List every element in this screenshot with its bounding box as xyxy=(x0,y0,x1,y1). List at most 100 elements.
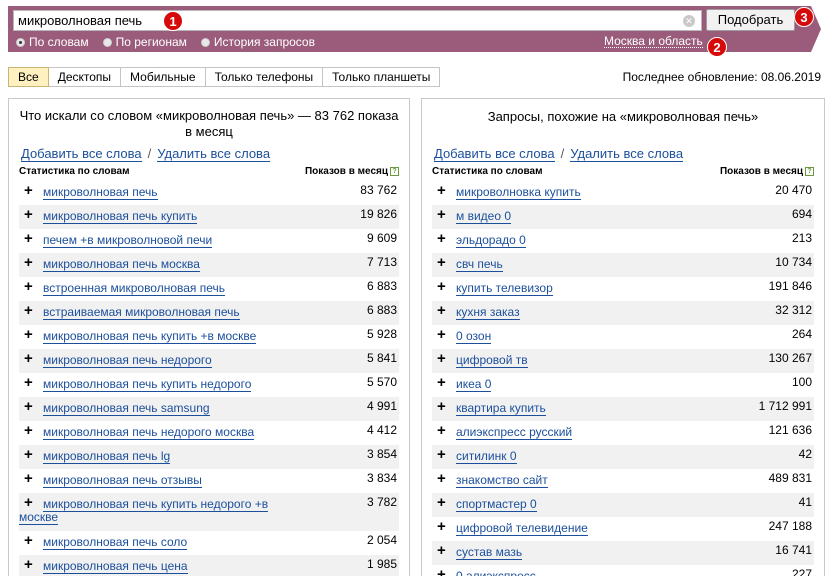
phrase-link[interactable]: микроволновая печь купить xyxy=(43,210,198,224)
radio-by-regions[interactable]: По регионам xyxy=(102,35,187,49)
pick-button[interactable]: Подобрать xyxy=(706,9,795,31)
table-row: + микроволновая печь отзывы 3 834 xyxy=(19,469,399,493)
phrase-link[interactable]: микроволновая печь москва xyxy=(43,258,200,272)
phrase-link[interactable]: микроволновая печь цена xyxy=(43,560,188,574)
add-phrase-icon[interactable]: + xyxy=(24,231,33,246)
add-phrase-icon[interactable]: + xyxy=(437,567,446,576)
table-row: + печем +в микроволновой печи 9 609 xyxy=(19,229,399,253)
add-phrase-icon[interactable]: + xyxy=(437,543,446,558)
phrase-link[interactable]: знакомство сайт xyxy=(456,474,548,488)
add-phrase-icon[interactable]: + xyxy=(437,423,446,438)
phrase-link[interactable]: цифровой телевидение xyxy=(456,522,588,536)
add-phrase-icon[interactable]: + xyxy=(437,207,446,222)
phrase-link[interactable]: икеа 0 xyxy=(456,378,492,392)
phrase-link[interactable]: микроволновая печь купить недорого xyxy=(43,378,252,392)
tab-all[interactable]: Все xyxy=(8,67,49,87)
phrase-link[interactable]: микроволновая печь соло xyxy=(43,536,188,550)
tab-desktops[interactable]: Десктопы xyxy=(48,67,122,87)
add-phrase-icon[interactable]: + xyxy=(437,495,446,510)
tab-mobile[interactable]: Мобильные xyxy=(121,67,206,87)
phrase-link[interactable]: печем +в микроволновой печи xyxy=(43,234,213,248)
radio-query-history[interactable]: История запросов xyxy=(200,35,315,49)
phrase-link[interactable]: купить телевизор xyxy=(456,282,553,296)
impressions-count: 1 712 991 xyxy=(758,399,812,413)
add-phrase-icon[interactable]: + xyxy=(24,279,33,294)
phrase-link[interactable]: 0 озон xyxy=(456,330,492,344)
search-input-box[interactable]: микроволновая печь ✕ xyxy=(13,10,702,31)
phrase-link[interactable]: микроволновая печь отзывы xyxy=(43,474,202,488)
add-phrase-icon[interactable]: + xyxy=(437,471,446,486)
add-phrase-icon[interactable]: + xyxy=(24,533,33,548)
phrase-link[interactable]: микроволновая печь недорого москва xyxy=(43,426,255,440)
table-row: +0 алиэкспресс 227 xyxy=(432,565,814,576)
help-icon[interactable]: ? xyxy=(805,167,814,176)
phrase-link[interactable]: ситилинк 0 xyxy=(456,450,517,464)
add-phrase-icon[interactable]: + xyxy=(24,255,33,270)
add-phrase-icon[interactable]: + xyxy=(24,351,33,366)
add-phrase-icon[interactable]: + xyxy=(437,303,446,318)
add-phrase-icon[interactable]: + xyxy=(437,183,446,198)
phrase-link[interactable]: цифровой тв xyxy=(456,354,528,368)
phrase-link[interactable]: кухня заказ xyxy=(456,306,520,320)
impressions-count: 3 782 xyxy=(366,495,397,509)
table-row: + кухня заказ 32 312 xyxy=(432,301,814,325)
add-phrase-icon[interactable]: + xyxy=(24,399,33,414)
add-all-words-link[interactable]: Добавить все слова xyxy=(21,146,142,162)
phrase-link[interactable]: свч печь xyxy=(456,258,503,272)
table-row: + микроволновая печь samsung 4 991 xyxy=(19,397,399,421)
tab-tablets-only[interactable]: Только планшеты xyxy=(323,67,441,87)
radio-icon xyxy=(200,37,210,47)
phrase-link[interactable]: микроволновая печь lg xyxy=(43,450,171,464)
phrase-link[interactable]: эльдорадо 0 xyxy=(456,234,526,248)
add-phrase-icon[interactable]: + xyxy=(437,375,446,390)
search-mode-radios: По словам По регионам История запросов xyxy=(16,35,315,49)
phrase-link[interactable]: сустав мазь xyxy=(456,546,523,560)
add-phrase-icon[interactable]: + xyxy=(24,183,33,198)
add-phrase-icon[interactable]: + xyxy=(437,351,446,366)
table-row: + купить телевизор 191 846 xyxy=(432,277,814,301)
phrase-link[interactable]: встраиваемая микроволновая печь xyxy=(43,306,240,320)
left-rows: + микроволновая печь 83 762 + микроволновая … xyxy=(19,181,399,576)
add-phrase-icon[interactable]: + xyxy=(437,399,446,414)
add-phrase-icon[interactable]: + xyxy=(24,375,33,390)
phrase-link[interactable]: спортмастер 0 xyxy=(456,498,537,512)
add-phrase-icon[interactable]: + xyxy=(437,279,446,294)
add-phrase-icon[interactable]: + xyxy=(24,207,33,222)
clear-icon[interactable]: ✕ xyxy=(683,15,695,27)
add-phrase-icon[interactable]: + xyxy=(24,447,33,462)
region-link[interactable]: Москва и область xyxy=(604,35,703,48)
add-phrase-icon[interactable]: + xyxy=(437,255,446,270)
phrase-link[interactable]: микроволновка купить xyxy=(456,186,581,200)
phrase-link[interactable]: микроволновая печь xyxy=(43,186,158,200)
phrase-link[interactable]: квартира купить xyxy=(456,402,546,416)
add-all-words-link[interactable]: Добавить все слова xyxy=(434,146,555,162)
phrase-link[interactable]: микроволновая печь купить +в москве xyxy=(43,330,257,344)
phrase-link[interactable]: м видео 0 xyxy=(456,210,512,224)
add-phrase-icon[interactable]: + xyxy=(437,231,446,246)
actions-separator: / xyxy=(147,146,152,161)
phrase-link[interactable]: микроволновая печь недорого xyxy=(43,354,212,368)
impressions-count: 489 831 xyxy=(768,471,812,485)
search-input[interactable]: микроволновая печь xyxy=(18,13,142,28)
add-phrase-icon[interactable]: + xyxy=(437,327,446,342)
remove-all-words-link[interactable]: Удалить все слова xyxy=(157,146,271,162)
add-phrase-icon[interactable]: + xyxy=(24,327,33,342)
help-icon[interactable]: ? xyxy=(390,167,399,176)
phrase-link[interactable]: микроволновая печь samsung xyxy=(43,402,210,416)
right-rows: + микроволновка купить 20 470 + м видео 0 694… xyxy=(432,181,814,576)
add-phrase-icon[interactable]: + xyxy=(437,447,446,462)
impressions-count: 19 826 xyxy=(360,207,397,221)
phrase-link[interactable]: 0 алиэкспресс xyxy=(456,570,536,576)
add-phrase-icon[interactable]: + xyxy=(24,471,33,486)
radio-by-words[interactable]: По словам xyxy=(16,35,89,49)
phrase-link[interactable]: алиэкспресс русский xyxy=(456,426,573,440)
add-phrase-icon[interactable]: + xyxy=(24,557,33,572)
remove-all-words-link[interactable]: Удалить все слова xyxy=(570,146,684,162)
add-phrase-icon[interactable]: + xyxy=(24,423,33,438)
tab-phones-only[interactable]: Только телефоны xyxy=(205,67,324,87)
phrase-link[interactable]: встроенная микроволновая печь xyxy=(43,282,226,296)
add-phrase-icon[interactable]: + xyxy=(437,519,446,534)
add-phrase-icon[interactable]: + xyxy=(24,303,33,318)
actions-separator: / xyxy=(560,146,565,161)
phrase-link[interactable]: микроволновая печь купить недорого +в мо… xyxy=(19,493,279,526)
